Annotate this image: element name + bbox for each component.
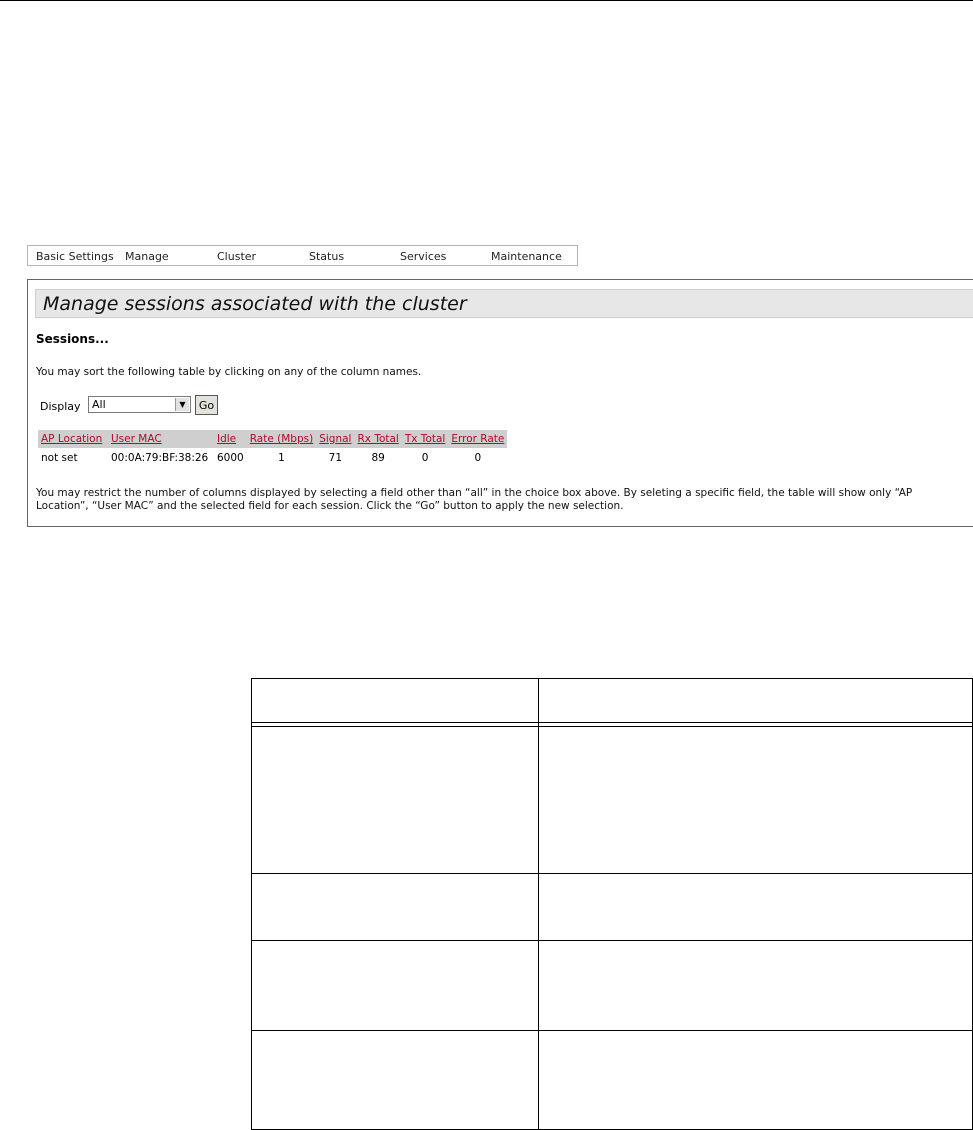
col-user-mac: User MAC xyxy=(108,430,214,448)
nav-manage[interactable]: Manage xyxy=(125,250,169,263)
sessions-table: AP Location User MAC Idle Rate (Mbps) Si… xyxy=(38,430,508,467)
nav-basic-settings[interactable]: Basic Settings xyxy=(36,250,114,263)
display-select[interactable]: All ▼ xyxy=(88,396,191,413)
doc-table-row-rule xyxy=(251,873,973,874)
sort-rate-link[interactable]: Rate (Mbps) xyxy=(250,433,313,445)
cell-signal: 71 xyxy=(328,451,343,464)
doc-table-row-rule xyxy=(251,1030,973,1031)
col-tx-total: Tx Total xyxy=(401,430,449,448)
col-signal: Signal xyxy=(316,430,355,448)
go-button[interactable]: Go xyxy=(195,395,218,415)
nav-maintenance[interactable]: Maintenance xyxy=(491,250,562,263)
cell-ap-location: not set xyxy=(41,451,78,464)
dropdown-arrow-icon[interactable]: ▼ xyxy=(175,398,189,411)
section-heading: Sessions... xyxy=(36,332,109,346)
col-ap-location: AP Location xyxy=(38,430,108,448)
restrict-columns-note: You may restrict the number of columns d… xyxy=(36,487,913,512)
sort-rx-total-link[interactable]: Rx Total xyxy=(357,433,398,445)
page-top-rule xyxy=(0,0,973,1)
nav-status[interactable]: Status xyxy=(309,250,344,263)
top-nav-bar: Basic Settings Manage Cluster Status Ser… xyxy=(27,245,578,266)
table-row: not set 00:0A:79:BF:38:26 6000 1 71 89 0… xyxy=(38,448,507,467)
col-error-rate: Error Rate xyxy=(448,430,508,448)
doc-table-top-border xyxy=(251,678,973,679)
sessions-panel: Manage sessions associated with the clus… xyxy=(27,279,973,527)
display-label: Display xyxy=(40,400,81,413)
nav-cluster[interactable]: Cluster xyxy=(217,250,256,263)
doc-table-row-rule xyxy=(251,940,973,941)
col-rx-total: Rx Total xyxy=(354,430,402,448)
cell-idle: 6000 xyxy=(217,451,244,464)
sort-signal-link[interactable]: Signal xyxy=(319,433,351,445)
title-bar: Manage sessions associated with the clus… xyxy=(35,289,973,318)
display-select-value: All xyxy=(92,398,106,411)
sort-idle-link[interactable]: Idle xyxy=(217,433,236,445)
cell-tx-total: 0 xyxy=(421,451,429,464)
doc-table-header-rule-2 xyxy=(251,726,973,727)
nav-services[interactable]: Services xyxy=(400,250,446,263)
cell-rx-total: 89 xyxy=(371,451,385,464)
page-title: Manage sessions associated with the clus… xyxy=(43,293,467,315)
sort-instructions: You may sort the following table by clic… xyxy=(36,366,422,378)
document-table xyxy=(251,678,973,1130)
col-rate: Rate (Mbps) xyxy=(246,430,317,448)
table-header-row: AP Location User MAC Idle Rate (Mbps) Si… xyxy=(38,430,508,448)
cell-error-rate: 0 xyxy=(474,451,482,464)
sort-user-mac-link[interactable]: User MAC xyxy=(111,433,162,445)
sort-ap-location-link[interactable]: AP Location xyxy=(41,433,102,445)
sort-tx-total-link[interactable]: Tx Total xyxy=(405,433,446,445)
doc-table-header-rule-1 xyxy=(251,722,973,723)
doc-table-column-divider xyxy=(538,678,539,1130)
doc-table-left-border xyxy=(251,678,252,1130)
col-idle: Idle xyxy=(214,430,247,448)
cell-user-mac: 00:0A:79:BF:38:26 xyxy=(111,451,209,464)
sort-error-rate-link[interactable]: Error Rate xyxy=(451,433,504,445)
cell-rate: 1 xyxy=(278,451,285,464)
